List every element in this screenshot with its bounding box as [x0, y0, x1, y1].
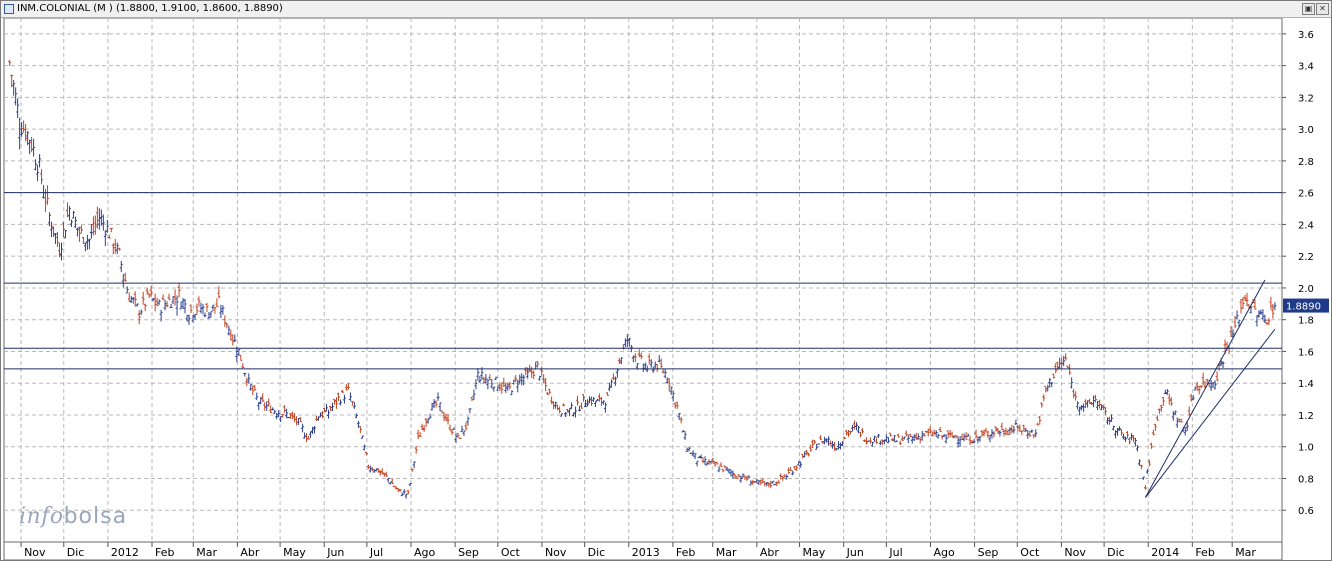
y-tick-label: 2.4 [1298, 220, 1314, 231]
x-tick-label: Jun [846, 546, 864, 559]
x-tick-label: Feb [676, 546, 695, 559]
x-tick-label: Abr [760, 546, 780, 559]
x-tick-label: Sep [978, 546, 999, 559]
y-tick-label: 2.2 [1298, 252, 1314, 263]
x-tick-label: Oct [1020, 546, 1040, 559]
y-tick-label: 2.8 [1298, 157, 1314, 168]
y-tick-label: 1.0 [1298, 443, 1314, 454]
x-tick-label: Nov [24, 546, 46, 559]
x-tick-label: 2012 [111, 546, 139, 559]
x-tick-label: Dic [588, 546, 606, 559]
price-chart[interactable]: 0.6 0.8 1.0 1.2 1.4 1.6 1.8 2.0 2.2 2.4 2.6 2.8 3.0 3… [1, 18, 1331, 560]
x-tick-label: May [803, 546, 826, 559]
close-icon[interactable]: ✕ [1316, 3, 1329, 15]
y-tick-label: 3.4 [1298, 62, 1314, 73]
y-tick-label: 3.6 [1298, 30, 1314, 41]
x-tick-label: May [283, 546, 306, 559]
x-tick-label: Ago [933, 546, 955, 559]
y-tick-label: 0.8 [1298, 474, 1314, 485]
y-tick-label: 0.6 [1298, 506, 1314, 517]
x-tick-label: Nov [1064, 546, 1086, 559]
plot-area [3, 18, 1283, 543]
x-tick-label: Sep [458, 546, 479, 559]
x-tick-label: Jul [888, 546, 902, 559]
chart-window-icon [4, 4, 14, 14]
y-tick-label: 1.2 [1298, 411, 1314, 422]
x-tick-label: Mar [1235, 546, 1256, 559]
last-price-label: 1.8890 [1286, 302, 1321, 313]
y-tick-label: 1.8 [1298, 316, 1314, 327]
x-tick-label: Jul [369, 546, 383, 559]
x-tick-label: Oct [501, 546, 521, 559]
y-tick-label: 3.2 [1298, 93, 1314, 104]
x-tick-label: 2013 [632, 546, 660, 559]
y-tick-label: 1.6 [1298, 347, 1314, 358]
window-title: INM.COLONIAL (M ) (1.8800, 1.9100, 1.860… [17, 3, 283, 14]
window-titlebar[interactable]: INM.COLONIAL (M ) (1.8800, 1.9100, 1.860… [1, 1, 1331, 18]
chart-window: INM.COLONIAL (M ) (1.8800, 1.9100, 1.860… [0, 0, 1332, 561]
x-tick-label: Jun [326, 546, 344, 559]
x-tick-label: 2014 [1151, 546, 1179, 559]
x-tick-label: Abr [240, 546, 260, 559]
x-tick-label: Mar [716, 546, 737, 559]
infobolsa-logo: infobolsa [19, 504, 128, 529]
x-tick-label: Dic [67, 546, 85, 559]
y-tick-label: 1.4 [1298, 379, 1314, 390]
x-tick-label: Feb [1195, 546, 1214, 559]
x-tick-label: Ago [414, 546, 436, 559]
x-tick-label: Feb [155, 546, 174, 559]
x-tick-label: Nov [545, 546, 567, 559]
x-tick-label: Dic [1107, 546, 1125, 559]
restore-icon[interactable]: ▣ [1302, 3, 1315, 15]
x-tick-label: Mar [196, 546, 217, 559]
y-tick-label: 2.6 [1298, 189, 1314, 200]
y-tick-label: 3.0 [1298, 125, 1314, 136]
y-tick-label: 2.0 [1298, 284, 1314, 295]
